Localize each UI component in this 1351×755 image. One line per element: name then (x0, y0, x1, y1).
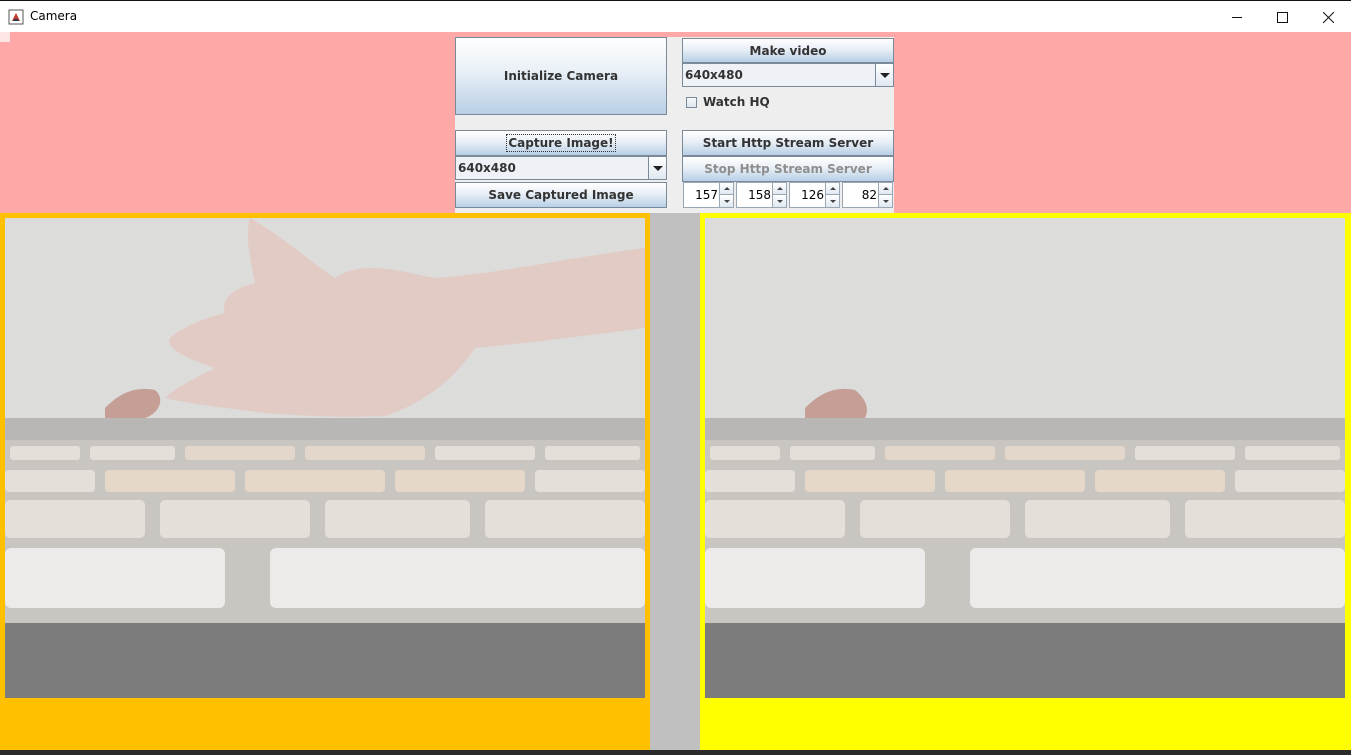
watch-hq-label: Watch HQ (703, 95, 770, 109)
live-feed-panel (0, 213, 650, 750)
stop-stream-server-button[interactable]: Stop Http Stream Server (682, 156, 894, 182)
spinner-up-icon[interactable] (772, 183, 786, 195)
spinner-down-icon[interactable] (772, 195, 786, 207)
spinner-3-value: 126 (801, 188, 824, 202)
controls-area (0, 32, 1351, 213)
chevron-down-icon[interactable] (875, 64, 893, 86)
capture-image-button[interactable]: Capture Image! (455, 130, 667, 156)
chevron-down-icon[interactable] (648, 157, 666, 179)
captured-image-panel (700, 213, 1351, 750)
spinner-up-icon[interactable] (878, 183, 892, 195)
spinner-up-icon[interactable] (825, 183, 839, 195)
spinner-down-icon[interactable] (825, 195, 839, 207)
video-resolution-value: 640x480 (685, 68, 743, 82)
maximize-button[interactable] (1259, 1, 1305, 33)
spinner-1[interactable]: 157 (683, 182, 734, 208)
corner-mark (0, 32, 10, 42)
window-bottom-edge (0, 750, 1351, 755)
captured-image-view (705, 218, 1345, 698)
close-button[interactable] (1305, 1, 1351, 33)
start-stream-server-button[interactable]: Start Http Stream Server (682, 130, 894, 156)
spinner-up-icon[interactable] (719, 183, 733, 195)
spinner-2-value: 158 (748, 188, 771, 202)
window-title: Camera (30, 9, 78, 23)
panel-divider (650, 213, 700, 750)
watch-hq-option[interactable]: Watch HQ (686, 95, 770, 109)
capture-resolution-select[interactable]: 640x480 (455, 156, 667, 180)
live-camera-feed (5, 218, 645, 698)
spinner-4-value: 82 (861, 188, 877, 202)
spinner-3[interactable]: 126 (789, 182, 840, 208)
watch-hq-checkbox[interactable] (686, 96, 697, 108)
title-bar: Camera (0, 0, 1351, 33)
live-feed-image (5, 218, 645, 698)
java-app-icon (8, 9, 24, 25)
initialize-camera-button[interactable]: Initialize Camera (455, 37, 667, 115)
captured-image (705, 218, 1345, 698)
spinner-4[interactable]: 82 (842, 182, 893, 208)
minimize-icon (1231, 16, 1242, 18)
spinner-1-value: 157 (695, 188, 718, 202)
spinner-2[interactable]: 158 (736, 182, 787, 208)
make-video-button[interactable]: Make video (682, 38, 894, 63)
spinner-down-icon[interactable] (719, 195, 733, 207)
capture-image-label: Capture Image! (506, 134, 616, 152)
video-resolution-select[interactable]: 640x480 (682, 63, 894, 87)
close-icon (1322, 11, 1334, 23)
capture-resolution-value: 640x480 (458, 161, 516, 175)
spinner-down-icon[interactable] (878, 195, 892, 207)
maximize-icon (1276, 11, 1288, 23)
save-captured-image-button[interactable]: Save Captured Image (455, 182, 667, 208)
minimize-button[interactable] (1214, 1, 1260, 33)
